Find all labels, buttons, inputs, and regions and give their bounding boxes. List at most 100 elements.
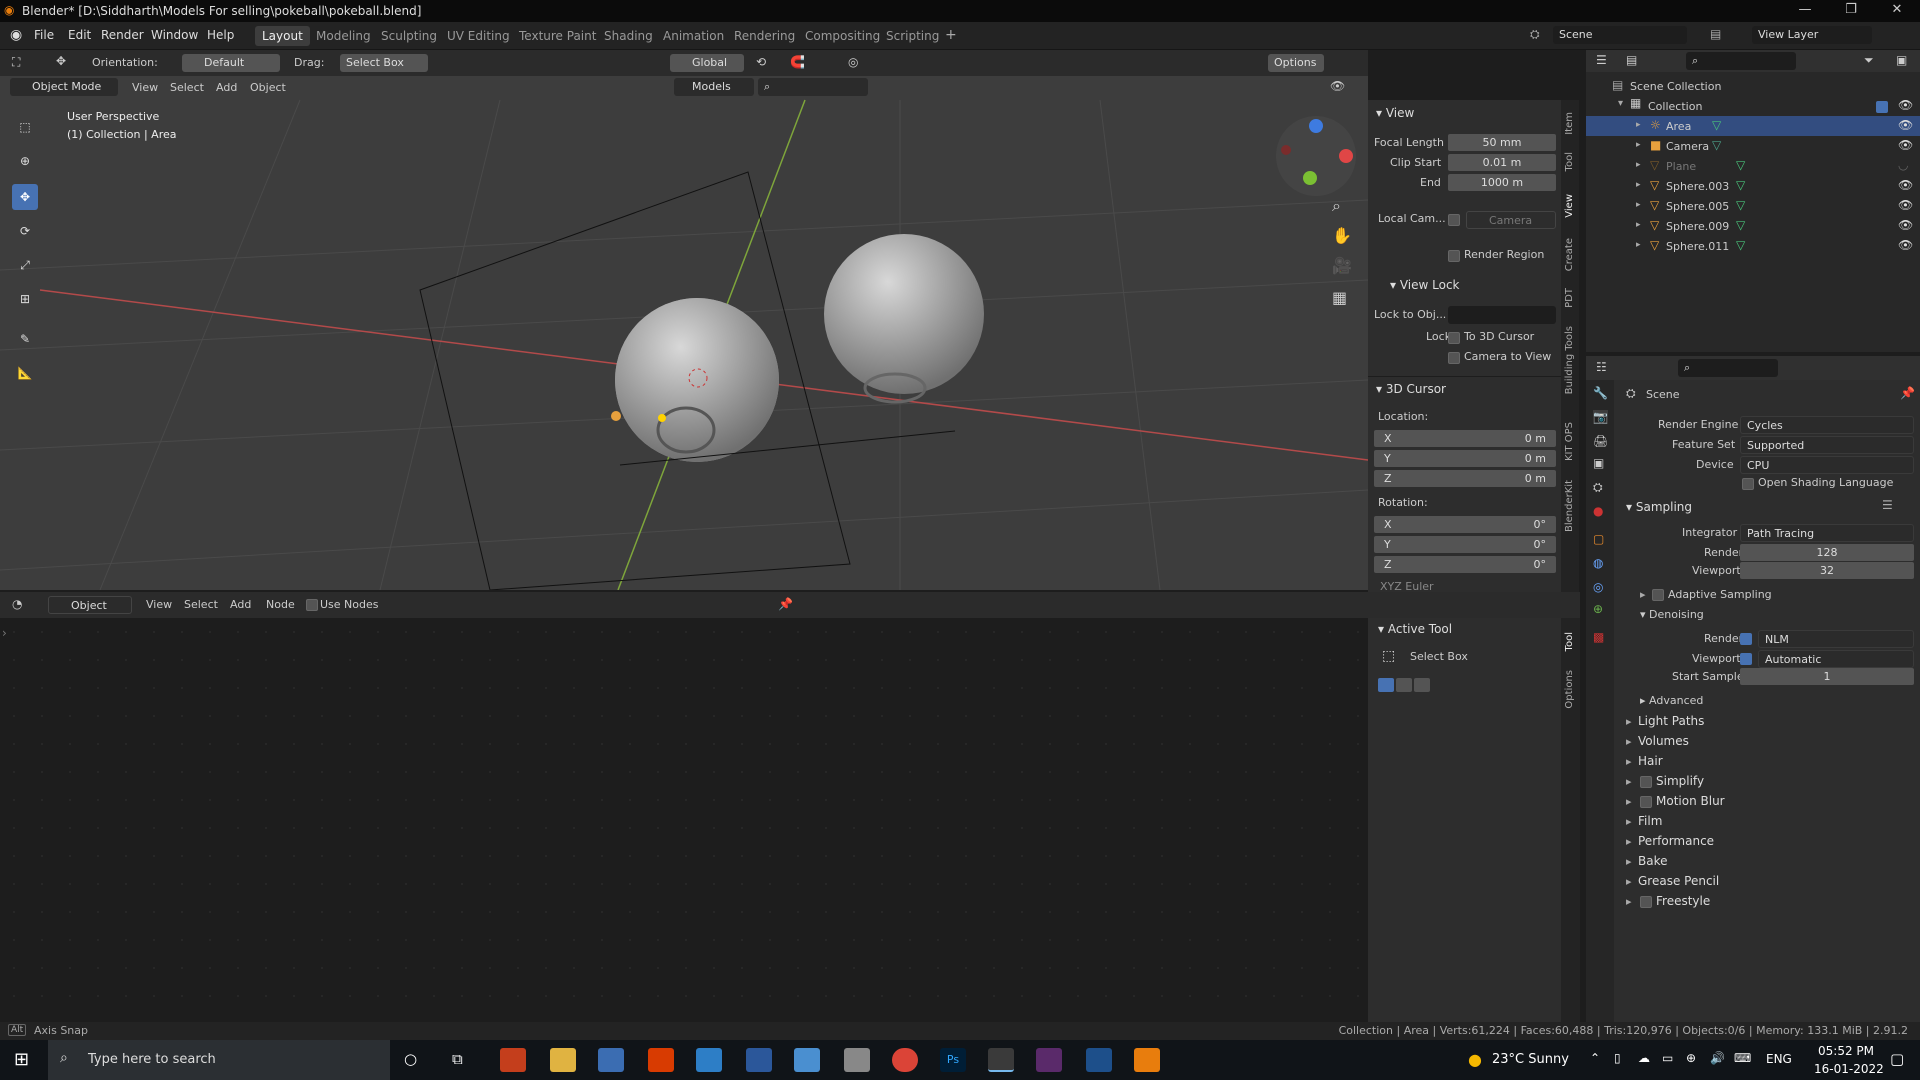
camera-view-icon[interactable]: 🎥	[1332, 256, 1352, 275]
tab-create[interactable]: Create	[1564, 238, 1575, 271]
tab-building-tools[interactable]: Building Tools	[1564, 326, 1575, 394]
visibility-eye-icon[interactable]: 👁	[1898, 198, 1913, 212]
start-sample-field[interactable]: 1	[1740, 668, 1914, 685]
node-editor-type-icon[interactable]: ◔	[12, 597, 22, 611]
active-tool-title[interactable]: ▾ Active Tool	[1378, 622, 1452, 636]
clock-date[interactable]: 16-01-2022	[1814, 1062, 1884, 1076]
tab-uv-editing[interactable]: UV Editing	[440, 26, 517, 46]
cortana-icon[interactable]: ○	[404, 1050, 417, 1068]
scene-tab-icon[interactable]: ⛭	[1593, 480, 1603, 495]
notification-icon[interactable]: ▢	[1890, 1050, 1904, 1068]
pokeball-sphere-2[interactable]	[824, 234, 984, 394]
tab-sculpting[interactable]: Sculpting	[374, 26, 444, 46]
sampling-panel-title[interactable]: ▾ Sampling	[1626, 500, 1692, 514]
integrator-dropdown[interactable]: Path Tracing	[1740, 524, 1914, 542]
word-icon[interactable]	[746, 1048, 772, 1072]
collection-label[interactable]: Collection	[1648, 100, 1702, 113]
chrome-icon[interactable]	[892, 1048, 918, 1072]
properties-section[interactable]: ▸ Hair	[1626, 754, 1914, 774]
tab-modeling[interactable]: Modeling	[309, 26, 378, 46]
properties-section[interactable]: ▸ Motion Blur	[1626, 794, 1914, 814]
photoshop-icon[interactable]: Ps	[940, 1048, 966, 1072]
scene-field[interactable]: Scene	[1553, 26, 1687, 44]
add-workspace-icon[interactable]: +	[945, 27, 957, 43]
tab-node-options[interactable]: Options	[1564, 670, 1575, 709]
tray-chevron-icon[interactable]: ⌃	[1590, 1051, 1600, 1065]
office-icon[interactable]	[648, 1048, 674, 1072]
pin-context-icon[interactable]: 📌	[1900, 386, 1915, 400]
feature-set-dropdown[interactable]: Supported	[1740, 436, 1914, 454]
battery-icon[interactable]: ▭	[1662, 1051, 1673, 1065]
menu-edit[interactable]: Edit	[68, 28, 91, 42]
tab-blenderkit[interactable]: BlenderKit	[1564, 480, 1575, 532]
display-mode-icon[interactable]: ▤	[1626, 53, 1637, 67]
outliner-search-field[interactable]: ⌕	[1686, 52, 1796, 70]
tray-app-icon[interactable]: ▯	[1614, 1051, 1621, 1065]
ortho-grid-icon[interactable]: ▦	[1332, 288, 1347, 307]
file-explorer-icon[interactable]	[550, 1048, 576, 1072]
outliner-row[interactable]: ▸ ▽ Sphere.011 ▽ 👁	[1586, 236, 1920, 256]
local-camera-field[interactable]: Camera	[1466, 211, 1556, 229]
cursor-location-x[interactable]: X 0 m	[1374, 430, 1556, 447]
view-lock-title[interactable]: ▾ View Lock	[1390, 278, 1460, 292]
app-icon-4[interactable]	[1086, 1048, 1112, 1072]
measure-tool-icon[interactable]: 📐	[12, 360, 38, 386]
select-box-tool-icon[interactable]: ⬚	[12, 114, 38, 140]
properties-section[interactable]: ▸ Bake	[1626, 854, 1914, 874]
row-expand-icon[interactable]: ▸	[1636, 140, 1641, 150]
collection-expand-icon[interactable]: ▾	[1618, 98, 1623, 109]
tab-tool[interactable]: Tool	[1564, 152, 1575, 171]
view-layer-tab-icon[interactable]: ▣	[1593, 456, 1604, 470]
select-mode-extend-icon[interactable]	[1396, 678, 1412, 692]
section-enable-checkbox[interactable]	[1640, 896, 1652, 908]
outliner-row[interactable]: ▸ ☼ Area ▽ 👁	[1586, 116, 1920, 136]
properties-section[interactable]: ▸ Film	[1626, 814, 1914, 834]
view-panel-title[interactable]: ▾ View	[1376, 106, 1414, 120]
outliner-row[interactable]: ▸ ▽ Plane ▽ ◡	[1586, 156, 1920, 176]
node-menu-add[interactable]: Add	[230, 598, 251, 611]
visibility-eye-icon[interactable]: ◡	[1898, 158, 1908, 172]
use-nodes-checkbox[interactable]	[306, 599, 318, 611]
node-object-dropdown[interactable]: Object	[48, 596, 132, 614]
cursor-rotation-x[interactable]: X 0°	[1374, 516, 1556, 533]
visibility-eye-icon[interactable]: 👁	[1898, 138, 1913, 152]
collection-exclude-checkbox[interactable]	[1876, 101, 1888, 113]
node-canvas[interactable]: ›	[0, 618, 1368, 1022]
menu-window[interactable]: Window	[151, 28, 198, 42]
modifier-tab-icon[interactable]: ◍	[1593, 556, 1603, 570]
render-region-checkbox[interactable]	[1448, 250, 1460, 262]
view-layer-icon[interactable]: ▤	[1710, 27, 1721, 41]
local-camera-checkbox[interactable]	[1448, 214, 1460, 226]
denoise-render-checkbox[interactable]	[1740, 633, 1752, 645]
tab-item[interactable]: Item	[1564, 112, 1575, 135]
vlc-icon[interactable]	[1134, 1048, 1160, 1072]
visibility-eye-icon[interactable]: 👁	[1898, 238, 1913, 252]
network-icon[interactable]: ⊕	[1686, 1051, 1696, 1065]
windows-start-icon[interactable]: ⊞	[14, 1049, 29, 1070]
tab-node-tool[interactable]: Tool	[1564, 632, 1575, 651]
tab-rendering[interactable]: Rendering	[727, 26, 802, 46]
tab-texture-paint[interactable]: Texture Paint	[512, 26, 603, 46]
clock-time[interactable]: 05:52 PM	[1818, 1044, 1874, 1058]
visibility-eye-icon[interactable]: 👁	[1898, 118, 1913, 132]
collection-visibility-eye-icon[interactable]: 👁	[1898, 98, 1913, 112]
tab-compositing[interactable]: Compositing	[798, 26, 887, 46]
3d-cursor-panel-title[interactable]: ▾ 3D Cursor	[1376, 382, 1446, 396]
transform-tool-icon[interactable]: ⊞	[12, 286, 38, 312]
object-tab-icon[interactable]: ▢	[1593, 532, 1604, 546]
row-expand-icon[interactable]: ▸	[1636, 180, 1641, 190]
tool-tab-icon[interactable]: 🔧	[1593, 386, 1608, 400]
lock-to-3d-cursor-checkbox[interactable]	[1448, 332, 1460, 344]
app-icon-2[interactable]	[844, 1048, 870, 1072]
advanced-panel-title[interactable]: ▸ Advanced	[1640, 694, 1703, 707]
powerpoint-icon[interactable]	[500, 1048, 526, 1072]
mail-icon[interactable]	[794, 1048, 820, 1072]
scene-icon[interactable]: ⛭	[1530, 27, 1540, 42]
adaptive-sampling-checkbox[interactable]	[1652, 589, 1664, 601]
outliner-editor-icon[interactable]: ☰	[1596, 53, 1607, 67]
onedrive-icon[interactable]: ☁	[1638, 1051, 1650, 1065]
navigation-gizmo[interactable]	[1274, 114, 1358, 198]
outliner-row[interactable]: ▸ ▽ Sphere.005 ▽ 👁	[1586, 196, 1920, 216]
focal-length-field[interactable]: 50 mm	[1448, 134, 1556, 151]
denoising-panel-title[interactable]: ▾ Denoising	[1640, 608, 1704, 621]
